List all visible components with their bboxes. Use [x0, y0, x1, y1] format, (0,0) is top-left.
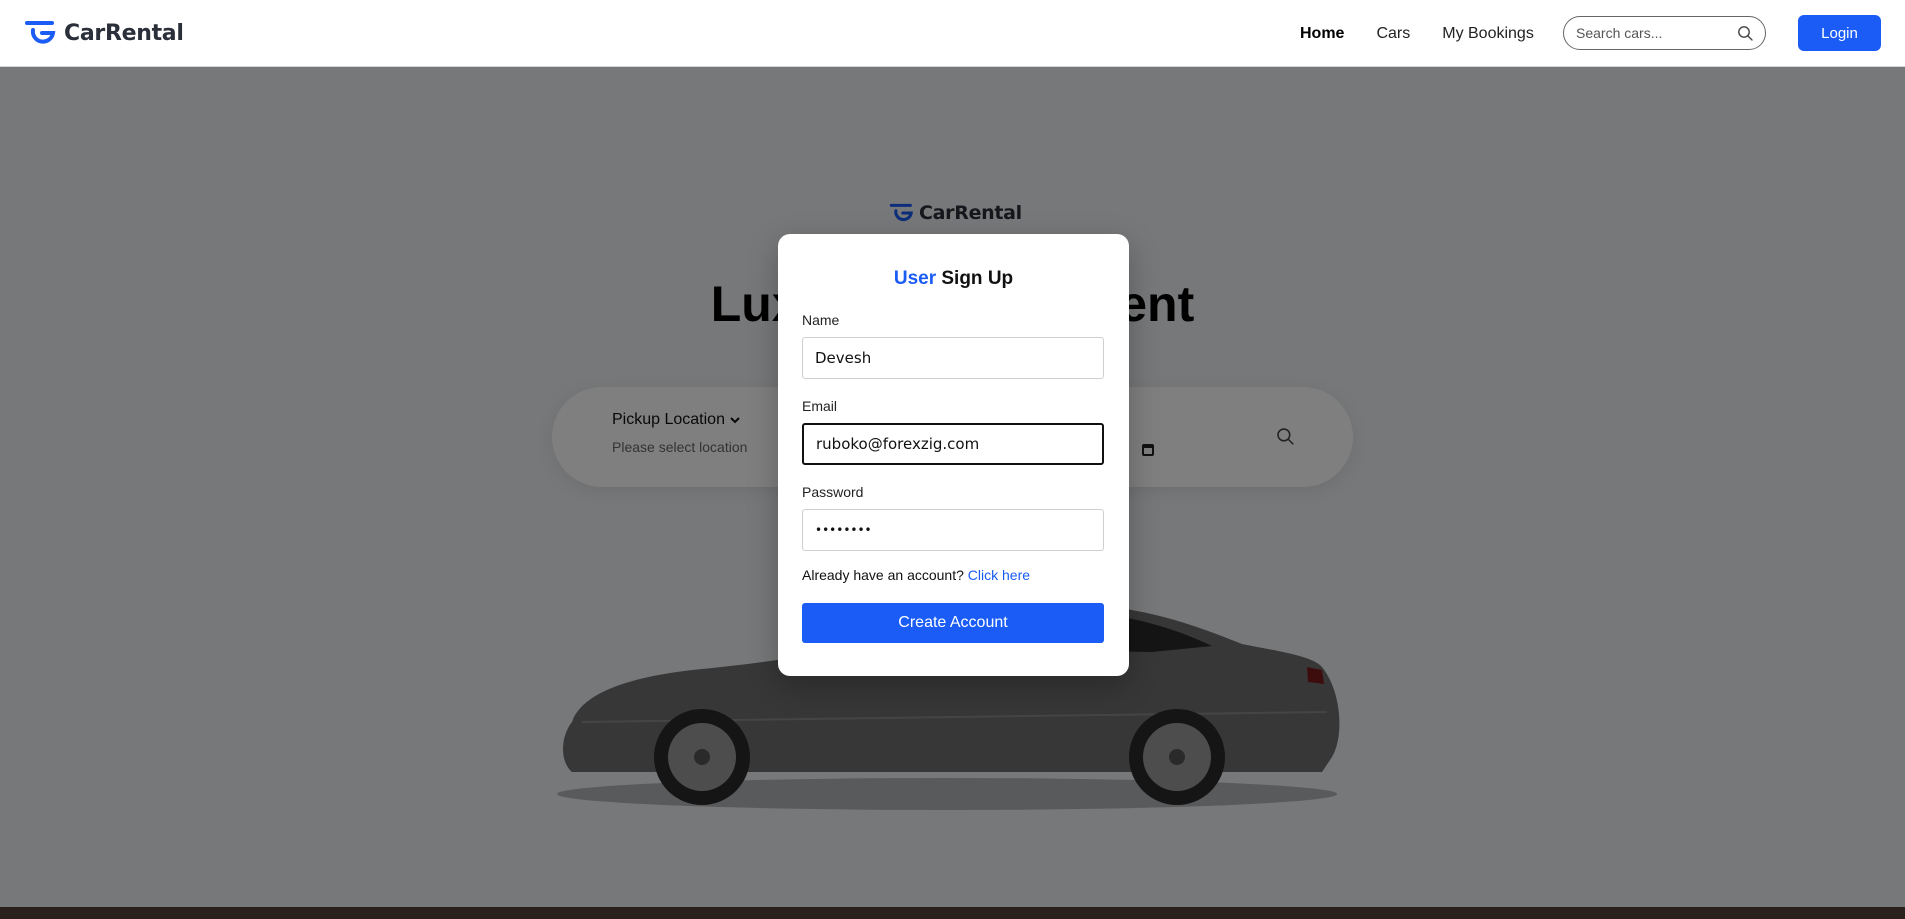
login-prompt-text: Already have an account?: [802, 567, 964, 583]
logo-icon: [25, 21, 56, 44]
password-field[interactable]: ••••••••: [802, 509, 1104, 551]
login-prompt: Already have an account? Click here: [802, 567, 1030, 583]
login-button[interactable]: Login: [1798, 15, 1881, 51]
nav-search: [1563, 16, 1766, 50]
modal-title-accent: User: [893, 268, 937, 289]
nav-bookings-link[interactable]: My Bookings: [1442, 25, 1534, 43]
navbar: CarRental Home Cars My Bookings Login: [0, 0, 1905, 67]
email-label: Email: [802, 398, 838, 414]
signup-modal: User Sign Up Name Devesh Email ruboko@fo…: [778, 234, 1129, 676]
search-icon[interactable]: [1737, 25, 1753, 41]
brand-logo[interactable]: CarRental: [24, 19, 184, 47]
email-field[interactable]: ruboko@forexzig.com: [802, 423, 1104, 465]
modal-title: User Sign Up: [778, 268, 1129, 290]
password-label: Password: [802, 484, 864, 500]
modal-title-rest: Sign Up: [941, 268, 1014, 289]
brand-name: CarRental: [64, 20, 184, 46]
nav-cars-link[interactable]: Cars: [1376, 25, 1410, 43]
nav-search-input[interactable]: [1576, 25, 1737, 41]
nav-links: Home Cars My Bookings: [1300, 0, 1534, 67]
create-account-button[interactable]: Create Account: [802, 603, 1104, 643]
nav-home-link[interactable]: Home: [1300, 25, 1344, 43]
name-field[interactable]: Devesh: [802, 337, 1104, 379]
name-label: Name: [802, 312, 840, 328]
taskbar: [0, 907, 1905, 919]
login-link[interactable]: Click here: [968, 567, 1030, 583]
